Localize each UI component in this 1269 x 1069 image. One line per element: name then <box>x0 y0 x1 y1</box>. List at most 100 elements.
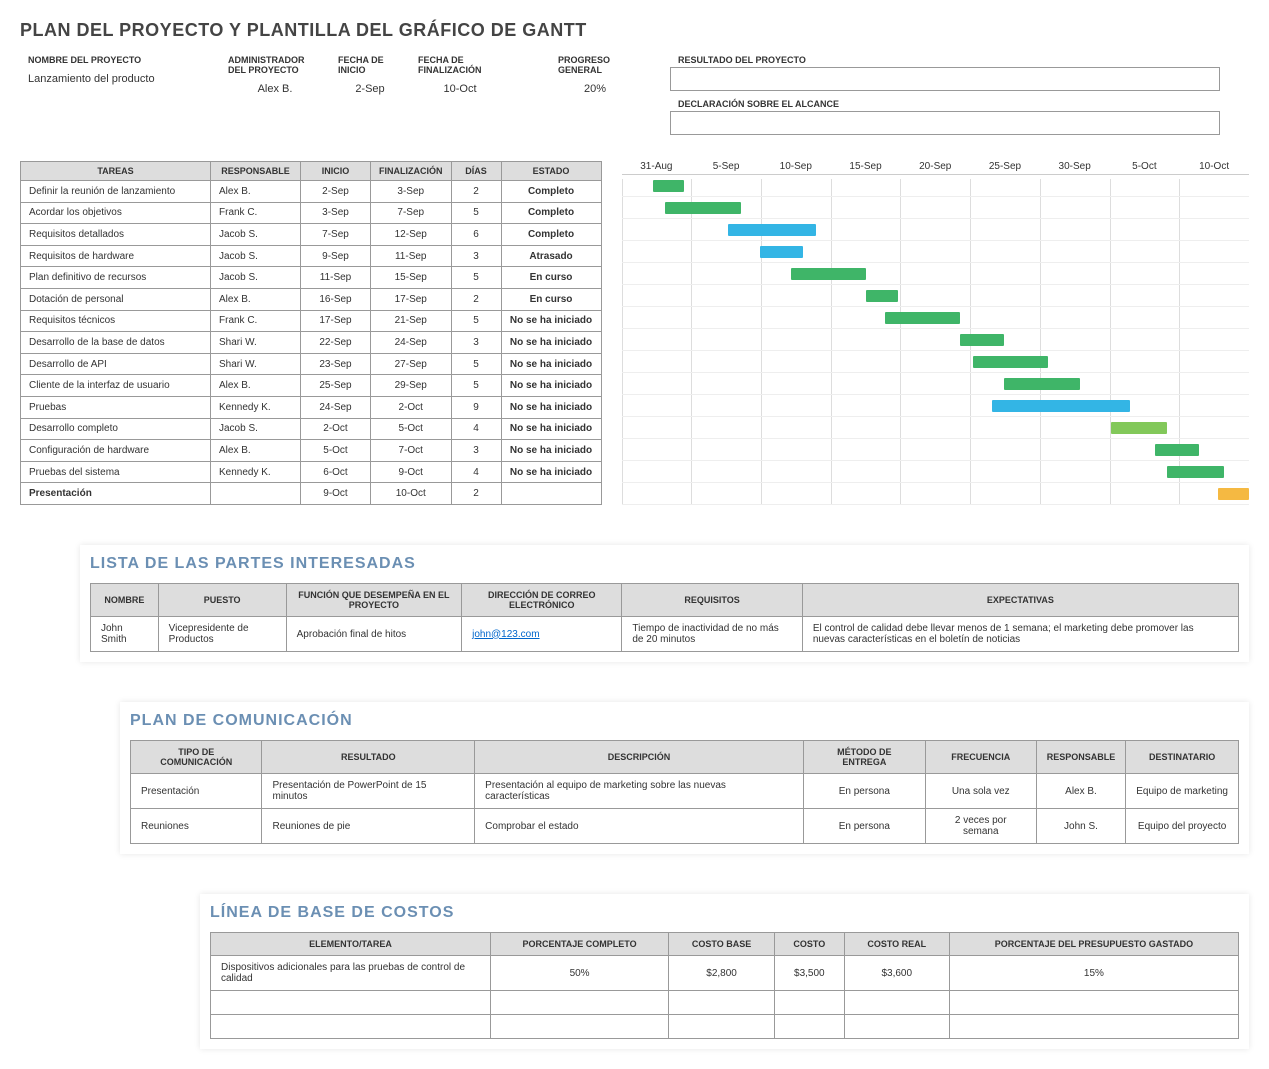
comm-table: TIPO DE COMUNICACIÓNRESULTADODESCRIPCIÓN… <box>130 740 1239 844</box>
result-input[interactable] <box>670 67 1220 91</box>
result-label: RESULTADO DEL PROYECTO <box>670 53 1220 67</box>
gantt-date: 20-Sep <box>900 161 970 172</box>
gantt-date: 5-Sep <box>691 161 761 172</box>
gantt-row <box>622 461 1250 483</box>
proj-name-label: NOMBRE DEL PROYECTO <box>20 53 220 67</box>
table-row: PresentaciónPresentación de PowerPoint d… <box>131 774 1239 809</box>
end-label: FECHA DE FINALIZACIÓN <box>410 53 510 77</box>
stakeholders-table: NOMBREPUESTOFUNCIÓN QUE DESEMPEÑA EN EL … <box>90 583 1239 652</box>
gantt-bar <box>885 312 960 324</box>
table-row: ReunionesReuniones de pieComprobar el es… <box>131 809 1239 844</box>
admin-label: ADMINISTRADOR DEL PROYECTO <box>220 53 330 77</box>
cost-base: $2,800 <box>669 956 775 991</box>
table-row: Definir la reunión de lanzamientoAlex B.… <box>21 181 602 203</box>
comm-title: PLAN DE COMUNICACIÓN <box>130 712 1239 730</box>
gantt-bar <box>653 180 684 192</box>
gantt-row <box>622 241 1250 263</box>
gantt-bar <box>992 400 1130 412</box>
table-row: Configuración de hardwareAlex B.5-Oct7-O… <box>21 440 602 462</box>
gantt-bar <box>1004 378 1079 390</box>
start: 2-Sep <box>330 77 410 101</box>
gantt-bar <box>866 290 897 302</box>
table-row: Dotación de personalAlex B.16-Sep17-Sep2… <box>21 288 602 310</box>
column-header: MÉTODO DE ENTREGA <box>803 741 925 774</box>
gantt-date: 30-Sep <box>1040 161 1110 172</box>
table-row: Pruebas del sistemaKennedy K.6-Oct9-Oct4… <box>21 461 602 483</box>
column-header: RESPONSABLE <box>211 162 301 181</box>
table-row: Requisitos técnicosFrank C.17-Sep21-Sep5… <box>21 310 602 332</box>
column-header: COSTO BASE <box>669 933 775 956</box>
gantt-bar <box>1167 466 1223 478</box>
gantt-date: 15-Sep <box>831 161 901 172</box>
stakeholders-title: LISTA DE LAS PARTES INTERESADAS <box>90 555 1239 573</box>
column-header: ELEMENTO/TAREA <box>211 933 491 956</box>
admin: Alex B. <box>220 77 330 101</box>
gantt-row <box>622 351 1250 373</box>
cost-real: $3,600 <box>844 956 949 991</box>
stake-req: Tiempo de inactividad de no más de 20 mi… <box>622 617 802 652</box>
prog-label: PROGRESO GENERAL <box>550 53 640 77</box>
gantt-row <box>622 219 1250 241</box>
scope-input[interactable] <box>670 111 1220 135</box>
column-header: PORCENTAJE COMPLETO <box>491 933 669 956</box>
table-row: Requisitos detalladosJacob S.7-Sep12-Sep… <box>21 224 602 246</box>
gantt-bar <box>1111 422 1167 434</box>
table-row: Desarrollo de la base de datosShari W.22… <box>21 332 602 354</box>
table-row: Plan definitivo de recursosJacob S.11-Se… <box>21 267 602 289</box>
gantt-date: 5-Oct <box>1110 161 1180 172</box>
gantt-row <box>622 175 1250 197</box>
column-header: DESTINATARIO <box>1126 741 1239 774</box>
gantt-date: 25-Sep <box>970 161 1040 172</box>
stake-name: John Smith <box>91 617 159 652</box>
cost-c: $3,500 <box>775 956 845 991</box>
gantt-bar <box>791 268 866 280</box>
column-header: PUESTO <box>158 584 286 617</box>
column-header: FINALIZACIÓN <box>371 162 452 181</box>
column-header: REQUISITOS <box>622 584 802 617</box>
gantt-row <box>622 373 1250 395</box>
gantt-date: 31-Aug <box>622 161 692 172</box>
gantt-row <box>622 483 1250 505</box>
cost-title: LÍNEA DE BASE DE COSTOS <box>210 904 1239 922</box>
table-row: Cliente de la interfaz de usuarioAlex B.… <box>21 375 602 397</box>
column-header: FRECUENCIA <box>925 741 1036 774</box>
gantt-row <box>622 417 1250 439</box>
column-header: ESTADO <box>501 162 601 181</box>
column-header: DESCRIPCIÓN <box>475 741 804 774</box>
column-header: TIPO DE COMUNICACIÓN <box>131 741 262 774</box>
gantt-bar <box>960 334 1004 346</box>
gantt-bar <box>1218 488 1249 500</box>
cost-item: Dispositivos adicionales para las prueba… <box>211 956 491 991</box>
stake-email[interactable]: john@123.com <box>472 629 539 640</box>
column-header: DÍAS <box>451 162 501 181</box>
gantt-row <box>622 329 1250 351</box>
column-header: NOMBRE <box>91 584 159 617</box>
table-row: Desarrollo completoJacob S.2-Oct5-Oct4No… <box>21 418 602 440</box>
stake-role: Vicepresidente de Productos <box>158 617 286 652</box>
table-row: Requisitos de hardwareJacob S.9-Sep11-Se… <box>21 245 602 267</box>
gantt-row <box>622 197 1250 219</box>
end: 10-Oct <box>410 77 510 101</box>
table-row: Desarrollo de APIShari W.23-Sep27-Sep5No… <box>21 353 602 375</box>
gantt-row <box>622 285 1250 307</box>
table-row: PruebasKennedy K.24-Sep2-Oct9No se ha in… <box>21 396 602 418</box>
gantt-bar <box>760 246 804 258</box>
gantt-row <box>622 439 1250 461</box>
gantt-bar <box>973 356 1048 368</box>
gantt-date: 10-Sep <box>761 161 831 172</box>
tasks-table: TAREASRESPONSABLEINICIOFINALIZACIÓNDÍASE… <box>20 161 602 505</box>
table-row: Acordar los objetivosFrank C.3-Sep7-Sep5… <box>21 202 602 224</box>
page-title: PLAN DEL PROYECTO Y PLANTILLA DEL GRÁFIC… <box>20 20 1249 41</box>
column-header: PORCENTAJE DEL PRESUPUESTO GASTADO <box>949 933 1238 956</box>
start-label: FECHA DE INICIO <box>330 53 410 77</box>
gantt-date: 10-Oct <box>1179 161 1249 172</box>
column-header: INICIO <box>301 162 371 181</box>
column-header: FUNCIÓN QUE DESEMPEÑA EN EL PROYECTO <box>286 584 461 617</box>
gantt-chart: 31-Aug5-Sep10-Sep15-Sep20-Sep25-Sep30-Se… <box>622 161 1250 505</box>
prog: 20% <box>550 77 640 101</box>
column-header: COSTO REAL <box>844 933 949 956</box>
stake-exp: El control de calidad debe llevar menos … <box>802 617 1238 652</box>
column-header: RESPONSABLE <box>1036 741 1126 774</box>
column-header: RESULTADO <box>262 741 475 774</box>
cost-table: ELEMENTO/TAREAPORCENTAJE COMPLETOCOSTO B… <box>210 932 1239 1039</box>
